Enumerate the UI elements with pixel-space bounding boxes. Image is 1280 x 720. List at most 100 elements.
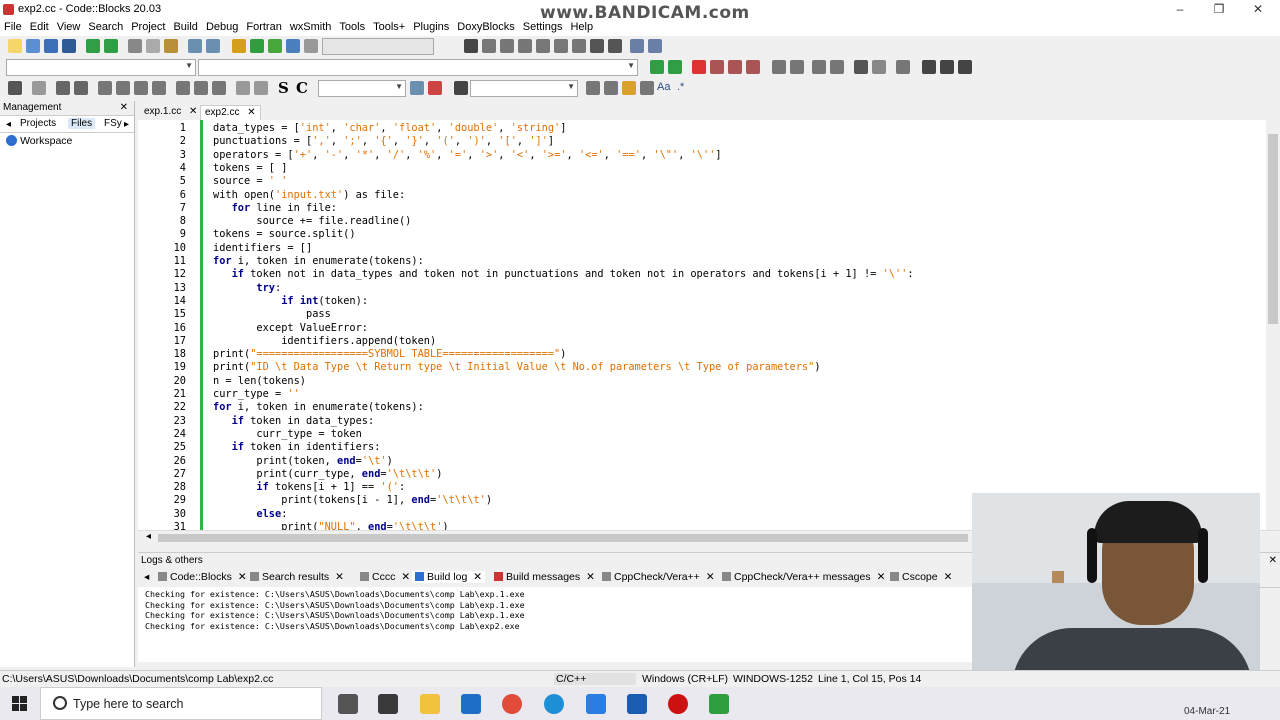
paste-icon[interactable] [164,39,178,53]
h-scroll-thumb[interactable] [158,534,968,542]
tab-fsymbols[interactable]: FSy [104,118,122,129]
cancel-icon[interactable] [454,81,468,95]
code-line[interactable]: punctuations = [',', ';', '{', '}', '(',… [213,135,554,148]
build-target-select[interactable] [322,38,434,55]
sizer-h-icon[interactable] [98,81,112,95]
code-line[interactable]: if token not in data_types and token not… [213,268,914,281]
chrome-icon[interactable] [502,694,522,714]
doxy-extract-icon[interactable] [790,60,804,74]
undo-icon[interactable] [86,39,100,53]
code-line[interactable]: n = len(tokens) [213,375,306,388]
editor-vertical-scrollbar[interactable] [1266,120,1280,530]
build-gear-icon[interactable] [232,39,246,53]
tabs-next-arrow-icon[interactable]: ▸ [124,119,129,130]
tab-exp2-close-icon[interactable]: ✕ [247,107,255,118]
c-button[interactable]: C [296,79,308,97]
word-icon[interactable] [586,694,606,714]
bookmark-toggle-icon[interactable] [692,60,706,74]
code-line[interactable]: for i, token in enumerate(tokens): [213,401,424,414]
log-tab-close-icon[interactable]: ✕ [944,571,953,583]
windows-start-icon[interactable] [12,696,28,712]
code-line[interactable]: print("==================SYBMOL TABLE===… [213,348,566,361]
management-close-icon[interactable]: ✕ [120,101,128,115]
spacer-icon[interactable] [194,81,208,95]
bandicam-icon[interactable] [668,694,688,714]
new-file-icon[interactable] [8,39,22,53]
code-line[interactable]: if token in identifiers: [213,441,381,454]
abort-icon[interactable] [304,39,318,53]
code-line[interactable]: identifiers = [] [213,242,312,255]
code-line[interactable]: if token in data_types: [213,415,375,428]
fortran-mark-icon[interactable] [940,60,954,74]
code-line[interactable]: for line in file: [213,202,337,215]
log-tab-close-icon[interactable]: ✕ [473,571,482,583]
find-icon[interactable] [188,39,202,53]
task-view-icon[interactable] [338,694,358,714]
match-case-button[interactable]: Aa [657,81,670,93]
log-tab-cscope[interactable]: Cscope ✕ [890,571,952,583]
code-line[interactable]: with open('input.txt') as file: [213,189,405,202]
search-prev-icon[interactable] [586,81,600,95]
log-tab-cppcheck-vera-messages[interactable]: CppCheck/Vera++ messages ✕ [722,571,885,583]
selected-text-icon[interactable] [640,81,654,95]
menu-edit[interactable]: Edit [26,20,53,34]
code-line[interactable]: print(token, end='\t') [213,455,392,468]
clear-search-icon[interactable] [428,81,442,95]
editor-scroll-thumb[interactable] [1268,134,1278,324]
search-next-icon[interactable] [604,81,618,95]
menu-plugins[interactable]: Plugins [409,20,453,34]
open-icon[interactable] [26,39,40,53]
close-window-button[interactable]: ✕ [1240,2,1276,16]
menu-build[interactable]: Build [169,20,201,34]
highlight-icon[interactable] [622,81,636,95]
log-tab-close-icon[interactable]: ✕ [706,571,715,583]
tab-exp1-close-icon[interactable]: ✕ [189,106,197,117]
menu-settings[interactable]: Settings [519,20,567,34]
log-tab-cccc[interactable]: Cccc ✕ [360,571,410,583]
log-tab-cppcheck-vera-[interactable]: CppCheck/Vera++ ✕ [602,571,715,583]
logs-close-icon[interactable]: ✕ [1269,553,1277,568]
line-comment-icon[interactable] [830,60,844,74]
widget-icon[interactable] [212,81,226,95]
frame-icon[interactable] [32,81,46,95]
step-instruction-icon[interactable] [572,39,586,53]
pause-icon[interactable] [590,39,604,53]
debug-info-icon[interactable] [648,39,662,53]
code-line[interactable]: operators = ['+', '-', '*', '/', '%', '=… [213,149,722,162]
debug-run-icon[interactable] [464,39,478,53]
code-line[interactable]: pass [213,308,331,321]
code-line[interactable]: identifiers.append(token) [213,335,436,348]
maximize-button[interactable]: ❐ [1201,2,1237,16]
menu-search[interactable]: Search [84,20,127,34]
taskbar-search-box[interactable]: Type here to search [40,687,322,720]
stop-debug-icon[interactable] [608,39,622,53]
log-tab-search-results[interactable]: Search results ✕ [250,571,344,583]
redo-icon[interactable] [104,39,118,53]
menu-tools[interactable]: Tools+ [369,20,409,34]
tab-exp2[interactable]: exp2.cc ✕ [200,105,261,120]
step-out-icon[interactable] [536,39,550,53]
run-icon[interactable] [250,39,264,53]
code-editor[interactable]: 1 2 3 4 5 6 7 8 9 10 11 12 13 14 15 16 17 18 19 20 21 22 23 24 2… [138,120,1280,530]
store-icon[interactable] [378,694,398,714]
code-line[interactable]: for i, token in enumerate(tokens): [213,255,424,268]
menu-help[interactable]: Help [566,20,597,34]
grid-sizer-icon[interactable] [134,81,148,95]
code-line[interactable]: try: [213,282,281,295]
tab-projects[interactable]: Projects [20,118,57,129]
code-line[interactable]: curr_type = '' [213,388,300,401]
log-tab-build-messages[interactable]: Build messages ✕ [494,571,595,583]
log-tab-build-log[interactable]: Build log ✕ [412,571,486,583]
minimize-button[interactable]: – [1162,2,1198,16]
mail-icon[interactable] [461,694,481,714]
box-sizer-icon[interactable] [152,81,166,95]
code-line[interactable]: print(curr_type, end='\t\t\t') [213,468,442,481]
debug-windows-icon[interactable] [630,39,644,53]
edge-icon[interactable] [544,694,564,714]
scope-select[interactable]: ▼ [6,59,196,76]
doxy-run-icon[interactable] [854,60,868,74]
save-all-icon[interactable] [62,39,76,53]
code-line[interactable]: curr_type = token [213,428,361,441]
search-icon[interactable] [410,81,424,95]
log-tab-close-icon[interactable]: ✕ [401,571,410,583]
